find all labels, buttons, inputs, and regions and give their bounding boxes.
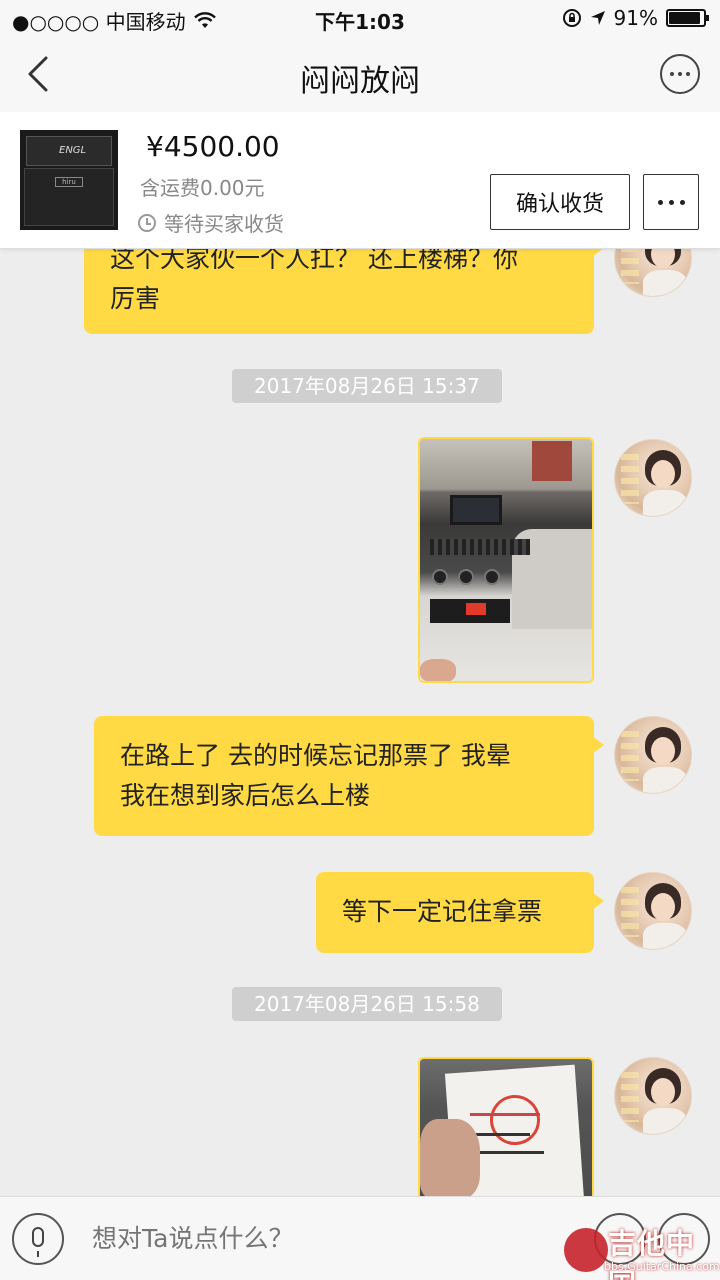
voice-input-button[interactable] <box>12 1213 64 1265</box>
message-bubble[interactable]: 在路上了 去的时候忘记那票了 我晕 我在想到家后怎么上楼 <box>94 716 604 836</box>
image-message[interactable] <box>418 1057 594 1196</box>
message-input[interactable] <box>92 1217 572 1261</box>
more-options-icon[interactable] <box>660 54 700 94</box>
plus-button[interactable] <box>658 1213 710 1265</box>
order-more-button[interactable] <box>643 174 699 230</box>
message-line: 等下一定记住拿票 <box>342 897 543 926</box>
avatar[interactable] <box>614 439 692 517</box>
microphone-icon <box>32 1227 44 1257</box>
avatar[interactable] <box>614 716 692 794</box>
location-arrow-icon <box>590 11 605 25</box>
status-icons: 91% <box>562 6 709 30</box>
avatar[interactable] <box>614 872 692 950</box>
message-line: 我在想到家后怎么上楼 <box>120 781 371 810</box>
shipping-fee: 含运费0.00元 <box>140 176 265 200</box>
battery-percent: 91% <box>613 6 658 30</box>
timestamp: 2017年08月26日 15:58 <box>232 987 502 1021</box>
image-message[interactable] <box>418 437 594 683</box>
product-price: ¥4500.00 <box>146 130 280 163</box>
product-thumbnail[interactable]: ENGL hiru <box>20 130 118 230</box>
message-bubble[interactable]: 等下一定记住拿票 <box>316 872 604 953</box>
nav-bar: 闷闷放闷 <box>0 36 720 112</box>
input-bar <box>0 1196 720 1280</box>
order-status: 等待买家收货 <box>138 208 284 237</box>
status-bar: ●○○○○ 中国移动 下午1:03 91% <box>0 0 720 36</box>
chat-title: 闷闷放闷 <box>300 64 420 99</box>
clock-icon <box>138 213 156 232</box>
car-interior-photo <box>420 439 592 681</box>
emoji-button[interactable] <box>594 1213 646 1265</box>
message-line: 在路上了 去的时候忘记那票了 我晕 <box>120 741 511 770</box>
taxi-receipt-photo <box>420 1059 592 1196</box>
avatar[interactable] <box>614 1057 692 1135</box>
message-line: 这个大家伙一个人扛？ 还上楼梯？你 <box>110 249 518 273</box>
message-bubble[interactable]: 这个大家伙一个人扛？ 还上楼梯？你 厉害 <box>84 249 604 334</box>
rotation-lock-icon <box>562 9 581 27</box>
message-line: 厉害 <box>110 284 161 313</box>
timestamp: 2017年08月26日 15:37 <box>232 369 502 403</box>
battery-icon <box>666 9 709 27</box>
chat-area[interactable]: 这个大家伙一个人扛？ 还上楼梯？你 厉害 2017年08月26日 15:37 在… <box>0 249 720 1196</box>
avatar[interactable] <box>614 249 692 297</box>
confirm-receipt-button[interactable]: 确认收货 <box>490 174 630 230</box>
product-card: ENGL hiru ¥4500.00 含运费0.00元 等待买家收货 确认收货 <box>0 112 720 249</box>
order-status-label: 等待买家收货 <box>164 212 284 236</box>
